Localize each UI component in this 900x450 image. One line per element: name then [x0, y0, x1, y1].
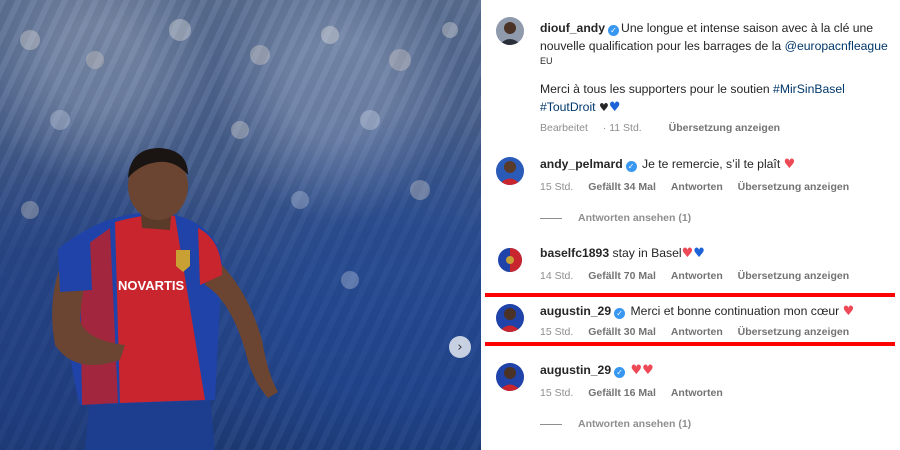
likes-count[interactable]: Gefällt 30 Mal: [588, 326, 656, 338]
reply-button[interactable]: Antworten: [671, 270, 723, 282]
avatar[interactable]: [496, 304, 524, 332]
username[interactable]: diouf_andy: [540, 21, 605, 35]
comment-body: Je te remercie, s’il te plaît: [642, 157, 781, 171]
red-heart-icon: ♥: [681, 246, 694, 261]
blue-heart-icon: ♥: [608, 100, 621, 115]
post-media[interactable]: NOVARTIS ›: [0, 0, 481, 450]
comment-time: 15 Std.: [540, 181, 574, 193]
comments-pane: diouf_andy ✓ Une longue et intense saison …: [481, 0, 900, 450]
avatar[interactable]: [496, 246, 524, 274]
comment-text: augustin_29 ✓ Merci et bonne continuation…: [540, 302, 892, 321]
caption-text: diouf_andy ✓ Une longue et intense saison …: [540, 19, 892, 117]
translate-link[interactable]: Übersetzung anzeigen: [738, 270, 849, 282]
verified-badge-icon: ✓: [614, 308, 626, 319]
red-heart-icon: ♥: [642, 363, 654, 378]
highlight-line-top: [485, 293, 895, 297]
verified-badge-icon: ✓: [614, 367, 626, 378]
avatar[interactable]: [496, 157, 524, 185]
next-image-button[interactable]: ›: [449, 336, 471, 358]
comment-meta: 15 Std. Gefällt 30 Mal Antworten Überset…: [540, 326, 861, 338]
comment-body: Merci et bonne continuation mon cœur: [630, 304, 840, 318]
translate-link[interactable]: Übersetzung anzeigen: [669, 122, 780, 134]
username[interactable]: augustin_29: [540, 363, 611, 377]
reply-button[interactable]: Antworten: [671, 387, 723, 399]
view-replies-button[interactable]: Antworten ansehen (1): [540, 212, 691, 224]
likes-count[interactable]: Gefällt 34 Mal: [588, 181, 656, 193]
red-heart-icon: ♥: [842, 304, 855, 319]
svg-text:NOVARTIS: NOVARTIS: [118, 278, 185, 293]
caption-line: Merci à tous les supporters pour le sout…: [540, 82, 774, 96]
red-heart-icon: ♥: [783, 157, 796, 172]
comment-meta: 15 Std. Gefällt 16 Mal Antworten: [540, 387, 735, 399]
comment-text: augustin_29 ✓ ♥♥: [540, 361, 892, 380]
likes-count[interactable]: Gefällt 16 Mal: [588, 387, 656, 399]
comment-meta: 15 Std. Gefällt 34 Mal Antworten Überset…: [540, 181, 861, 193]
comment-meta: 14 Std. Gefällt 70 Mal Antworten Überset…: [540, 270, 861, 282]
verified-badge-icon: ✓: [608, 25, 620, 36]
username[interactable]: baselfc1893: [540, 246, 609, 260]
caption-paragraph: Merci à tous les supporters pour le sout…: [540, 80, 892, 117]
verified-badge-icon: ✓: [625, 161, 637, 172]
translate-link[interactable]: Übersetzung anzeigen: [738, 181, 849, 193]
mention-link[interactable]: @europacnfleague: [785, 39, 888, 53]
comment-time: 14 Std.: [540, 270, 574, 282]
player-photo: NOVARTIS: [20, 19, 458, 450]
username[interactable]: augustin_29: [540, 304, 611, 318]
comment-body: stay in Basel: [612, 246, 682, 260]
hashtag-link[interactable]: #MirSinBasel: [773, 82, 845, 96]
black-heart-icon: ♥: [598, 101, 609, 114]
highlight-line-bottom: [485, 342, 895, 346]
divider: [540, 217, 562, 219]
translate-link[interactable]: Übersetzung anzeigen: [738, 326, 849, 338]
divider: [540, 423, 562, 425]
reply-button[interactable]: Antworten: [671, 181, 723, 193]
caption-meta: Bearbeitet · 11 Std. Übersetzung anzeige…: [540, 122, 792, 134]
comment-time: 15 Std.: [540, 387, 574, 399]
comment-time: 15 Std.: [540, 326, 574, 338]
edited-label: Bearbeitet · 11 Std.: [540, 122, 642, 134]
caption-eu: EU: [540, 56, 553, 66]
username[interactable]: andy_pelmard: [540, 157, 623, 171]
view-replies-button[interactable]: Antworten ansehen (1): [540, 418, 691, 430]
chevron-right-icon: ›: [457, 339, 463, 355]
hashtag-link[interactable]: #ToutDroit: [540, 100, 596, 114]
avatar[interactable]: [496, 17, 524, 45]
avatar[interactable]: [496, 363, 524, 391]
comment-text: andy_pelmard ✓ Je te remercie, s’il te pl…: [540, 155, 892, 174]
likes-count[interactable]: Gefällt 70 Mal: [588, 270, 656, 282]
red-heart-icon: ♥: [630, 363, 643, 378]
blue-heart-icon: ♥: [693, 246, 705, 261]
reply-button[interactable]: Antworten: [671, 326, 723, 338]
comment-text: baselfc1893 stay in Basel♥♥: [540, 244, 892, 263]
